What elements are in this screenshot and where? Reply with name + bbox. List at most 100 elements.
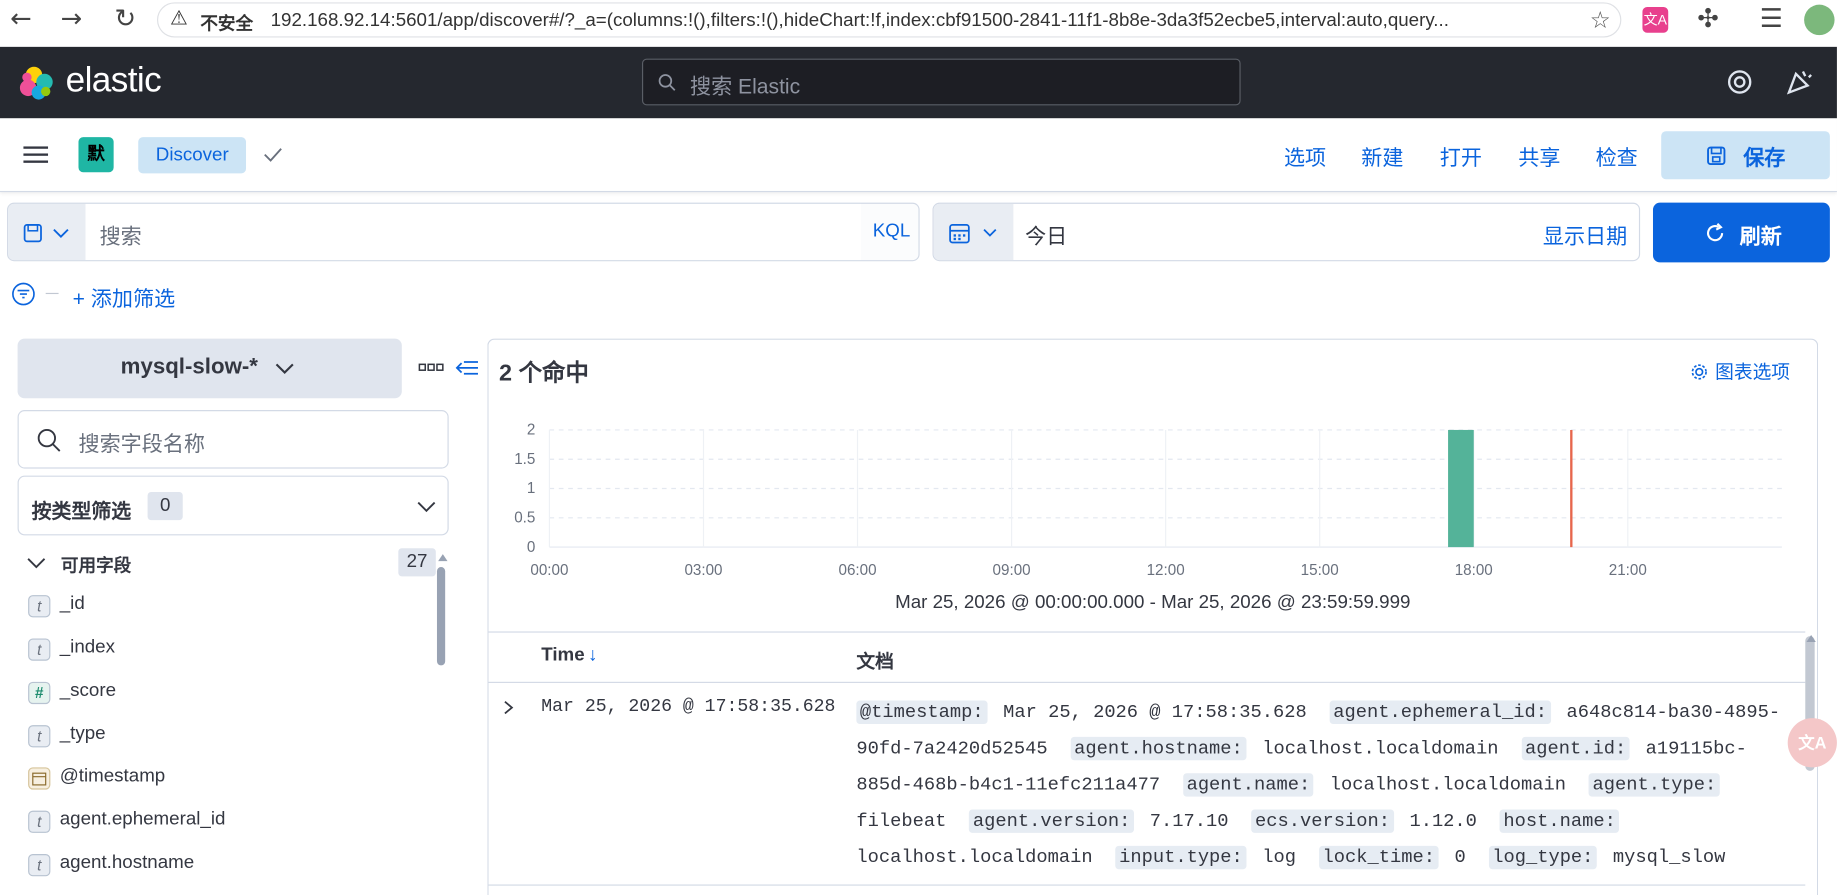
share-link[interactable]: 共享 bbox=[1518, 142, 1560, 172]
doc-field-key: log_type: bbox=[1488, 845, 1597, 870]
scroll-up-arrow-icon[interactable] bbox=[438, 554, 448, 562]
x-tick-label: 00:00 bbox=[530, 562, 568, 579]
x-tick-label: 06:00 bbox=[838, 562, 876, 579]
collapse-sidebar-icon[interactable] bbox=[455, 357, 481, 378]
back-arrow-icon[interactable]: ← bbox=[4, 5, 39, 34]
news-feed-icon[interactable] bbox=[1785, 68, 1813, 96]
field-item[interactable]: t agent.ephemeral_id bbox=[28, 802, 438, 842]
field-search-placeholder: 搜索字段名称 bbox=[78, 432, 206, 456]
show-dates-link[interactable]: 显示日期 bbox=[1543, 220, 1627, 250]
refresh-button[interactable]: 刷新 bbox=[1652, 202, 1830, 263]
date-range-value[interactable]: 今日 bbox=[1025, 220, 1067, 250]
help-icon[interactable] bbox=[1727, 69, 1753, 95]
doc-field-value: 1.12.0 bbox=[1409, 810, 1477, 832]
date-type-icon bbox=[28, 767, 51, 790]
add-filter-button[interactable]: + 添加筛选 bbox=[73, 282, 176, 312]
calendar-icon bbox=[949, 224, 970, 244]
chart-options-label: 图表选项 bbox=[1715, 363, 1791, 384]
expand-row-icon[interactable] bbox=[501, 699, 515, 715]
saved-query-icon bbox=[23, 224, 42, 243]
sort-desc-icon: ↓ bbox=[588, 645, 598, 666]
favorites-icon[interactable]: ☰ bbox=[1754, 5, 1789, 34]
available-fields-count: 27 bbox=[398, 548, 436, 577]
profile-avatar[interactable] bbox=[1804, 4, 1835, 36]
global-search-input[interactable]: 搜索 Elastic bbox=[641, 58, 1241, 106]
saved-query-button[interactable] bbox=[8, 203, 86, 261]
doc-field-value: localhost.localdomain bbox=[1262, 738, 1499, 760]
filter-by-type-button[interactable]: 按类型筛选 0 bbox=[17, 475, 449, 536]
available-fields-header[interactable]: 可用字段 27 bbox=[18, 546, 440, 581]
doc-field-value: 0 bbox=[1454, 846, 1466, 869]
string-type-icon: t bbox=[28, 638, 51, 661]
doc-field-key: input.type: bbox=[1115, 845, 1247, 870]
filter-by-type-label: 按类型筛选 bbox=[31, 500, 132, 523]
warning-icon: ⚠ bbox=[169, 7, 188, 31]
brand-name: elastic bbox=[65, 60, 162, 100]
histogram-chart[interactable]: 0 0.5 1 1.5 2 00:00 03:00 06:00 09:00 12:00 15:00 1… bbox=[487, 416, 1818, 592]
doc-field-value: filebeat bbox=[856, 810, 947, 832]
address-bar[interactable]: ⚠ 不安全 192.168.92.14:5601/app/discover#/?… bbox=[156, 2, 1622, 38]
column-time[interactable]: Time ↓ bbox=[541, 645, 597, 666]
doc-field-value: Mar 25, 2026 @ 17:58:35.628 bbox=[1003, 701, 1307, 723]
field-name: _type bbox=[59, 723, 106, 744]
quick-date-menu-button[interactable] bbox=[933, 203, 1014, 261]
query-input[interactable] bbox=[85, 203, 862, 261]
url-text: 192.168.92.14:5601/app/discover#/?_a=(co… bbox=[270, 10, 1449, 31]
forward-arrow-icon[interactable]: → bbox=[54, 5, 89, 34]
field-search-input[interactable]: 搜索字段名称 bbox=[17, 410, 449, 469]
x-tick-label: 09:00 bbox=[993, 562, 1031, 579]
field-name: _index bbox=[59, 637, 115, 658]
chevron-down-icon bbox=[417, 501, 436, 513]
extensions-puzzle-icon[interactable]: ✣ bbox=[1690, 5, 1725, 34]
doc-field-value: 7.17.10 bbox=[1149, 810, 1229, 832]
elastic-logo-icon[interactable] bbox=[18, 64, 55, 101]
scroll-up-arrow-icon[interactable] bbox=[1806, 634, 1816, 642]
chevron-down-icon bbox=[27, 558, 46, 569]
query-placeholder: 搜索 bbox=[99, 224, 142, 249]
field-item[interactable]: t _type bbox=[28, 717, 438, 757]
breadcrumb-discover[interactable]: Discover bbox=[138, 137, 247, 174]
options-link[interactable]: 选项 bbox=[1284, 142, 1326, 172]
doc-field-key: agent.ephemeral_id: bbox=[1329, 700, 1551, 724]
number-type-icon: # bbox=[28, 681, 51, 705]
browser-toolbar: ← → ↻ ⚠ 不安全 192.168.92.14:5601/app/disco… bbox=[0, 0, 1837, 47]
doc-field-value: mysql_slow bbox=[1612, 846, 1726, 869]
new-link[interactable]: 新建 bbox=[1361, 142, 1403, 172]
y-tick-label: 2 bbox=[527, 422, 535, 439]
doc-field-key: @timestamp: bbox=[856, 700, 988, 724]
doc-field-value: log bbox=[1262, 846, 1297, 869]
kibana-header: elastic 搜索 Elastic bbox=[0, 46, 1837, 119]
date-picker: 今日 显示日期 bbox=[932, 202, 1641, 262]
doc-field-key: ecs.version: bbox=[1251, 809, 1394, 833]
field-name: _score bbox=[59, 680, 117, 701]
inspect-link[interactable]: 检查 bbox=[1596, 142, 1638, 172]
column-document: 文档 bbox=[856, 652, 894, 673]
field-item[interactable]: # _score bbox=[28, 674, 438, 714]
search-icon bbox=[37, 429, 61, 452]
field-item[interactable]: t _index bbox=[28, 630, 438, 670]
chart-options-button[interactable]: 图表选项 bbox=[1690, 356, 1790, 384]
y-tick-label: 1.5 bbox=[514, 451, 535, 468]
field-item[interactable]: t _id bbox=[28, 587, 438, 627]
save-button[interactable]: 保存 bbox=[1661, 131, 1830, 180]
save-icon bbox=[1707, 146, 1726, 165]
table-header: Time ↓ 文档 bbox=[488, 631, 1806, 683]
open-link[interactable]: 打开 bbox=[1440, 142, 1482, 172]
space-avatar[interactable]: 默 bbox=[78, 137, 114, 173]
floating-translate-button[interactable]: 文A bbox=[1787, 718, 1837, 768]
index-pattern-selector[interactable]: mysql-slow-* bbox=[17, 338, 402, 399]
reload-icon[interactable]: ↻ bbox=[108, 5, 143, 34]
chevron-down-icon bbox=[275, 363, 294, 375]
field-name: agent.hostname bbox=[59, 852, 195, 873]
field-item[interactable]: t agent.hostname bbox=[28, 846, 438, 886]
filter-menu-icon[interactable] bbox=[11, 281, 37, 307]
histogram-bar bbox=[1448, 429, 1474, 548]
field-name: _id bbox=[59, 593, 85, 614]
more-options-icon[interactable] bbox=[418, 361, 444, 375]
sidebar-scrollbar[interactable] bbox=[436, 567, 446, 666]
kql-toggle[interactable]: KQL bbox=[873, 221, 911, 242]
bookmark-star-icon[interactable]: ☆ bbox=[1590, 6, 1611, 34]
translate-extension-icon[interactable]: 文A bbox=[1642, 7, 1669, 33]
x-tick-label: 12:00 bbox=[1147, 562, 1185, 579]
field-item[interactable]: @timestamp bbox=[28, 759, 438, 799]
